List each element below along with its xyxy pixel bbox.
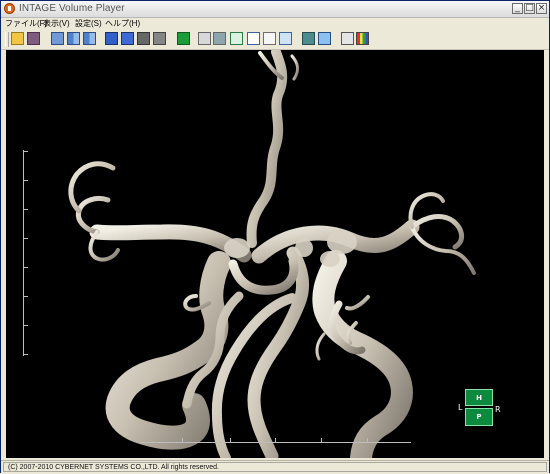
cube-blue-icon[interactable] bbox=[105, 32, 118, 45]
vertical-scale-tick bbox=[23, 354, 28, 355]
info-icon[interactable] bbox=[263, 32, 276, 45]
menu-bar: ファイル(F) 表示(V) 設定(S) ヘルプ(H) bbox=[1, 18, 549, 30]
cube-gray-icon[interactable] bbox=[137, 32, 150, 45]
horizontal-scale-tick bbox=[367, 438, 368, 443]
cube-gray-alt-icon[interactable] bbox=[153, 32, 166, 45]
orientation-left-label: L bbox=[458, 403, 463, 412]
vertical-scale-tick bbox=[23, 325, 28, 326]
vertical-scale-tick bbox=[23, 238, 28, 239]
vertical-scale-tick bbox=[23, 180, 28, 181]
vertical-scale-tick bbox=[23, 267, 28, 268]
volume-viewport[interactable]: H P L R bbox=[6, 50, 544, 458]
vertical-scale-tick bbox=[23, 209, 28, 210]
person-icon[interactable] bbox=[318, 32, 331, 45]
measurement-icon[interactable] bbox=[198, 32, 211, 45]
menu-settings[interactable]: 設定(S) bbox=[75, 18, 102, 29]
toolbar bbox=[1, 30, 549, 50]
green-square-icon[interactable] bbox=[177, 32, 190, 45]
title-bar[interactable]: INTAGE Volume Player _ □ × bbox=[1, 1, 549, 18]
single-view-layout-icon[interactable] bbox=[51, 32, 64, 45]
cube-blue-alt-icon[interactable] bbox=[121, 32, 134, 45]
close-button[interactable]: × bbox=[536, 3, 547, 14]
orientation-front-face: P bbox=[465, 408, 493, 426]
menu-help[interactable]: ヘルプ(H) bbox=[105, 18, 140, 29]
vertical-scale-tick bbox=[23, 151, 28, 152]
orientation-right-label: R bbox=[495, 405, 501, 414]
quad-view-layout-icon[interactable] bbox=[83, 32, 96, 45]
toolbar-grip[interactable] bbox=[5, 32, 9, 47]
horizontal-scale-tick bbox=[230, 438, 231, 443]
horizontal-scale-tick bbox=[321, 438, 322, 443]
split-view-layout-icon[interactable] bbox=[67, 32, 80, 45]
copyright-text: (C) 2007-2010 CYBERNET SYSTEMS CO.,LTD. … bbox=[8, 464, 219, 471]
window-title: INTAGE Volume Player bbox=[19, 3, 125, 14]
horizontal-scale-tick bbox=[182, 438, 183, 443]
menu-file[interactable]: ファイル(F) bbox=[5, 18, 47, 29]
open-folder-icon[interactable] bbox=[11, 32, 24, 45]
minimize-button[interactable]: _ bbox=[512, 3, 523, 14]
color-palette-icon[interactable] bbox=[356, 32, 369, 45]
horizontal-scale-tick bbox=[275, 438, 276, 443]
status-bar: (C) 2007-2010 CYBERNET SYSTEMS CO.,LTD. … bbox=[1, 460, 549, 474]
save-icon[interactable] bbox=[27, 32, 40, 45]
maximize-button[interactable]: □ bbox=[524, 3, 535, 14]
orientation-cube[interactable]: H P bbox=[465, 389, 493, 427]
orientation-top-face: H bbox=[465, 389, 493, 406]
grid-icon[interactable] bbox=[213, 32, 226, 45]
status-panel: (C) 2007-2010 CYBERNET SYSTEMS CO.,LTD. … bbox=[3, 462, 547, 472]
crosshair-icon[interactable] bbox=[247, 32, 260, 45]
menu-view[interactable]: 表示(V) bbox=[43, 18, 70, 29]
app-icon bbox=[4, 3, 15, 14]
panel-icon[interactable] bbox=[279, 32, 292, 45]
application-window: INTAGE Volume Player _ □ × ファイル(F) 表示(V)… bbox=[0, 0, 550, 474]
window-icon[interactable] bbox=[341, 32, 354, 45]
volume-icon[interactable] bbox=[302, 32, 315, 45]
rotation-icon[interactable] bbox=[230, 32, 243, 45]
vessel-rendering bbox=[68, 50, 476, 458]
vertical-scale-tick bbox=[23, 296, 28, 297]
